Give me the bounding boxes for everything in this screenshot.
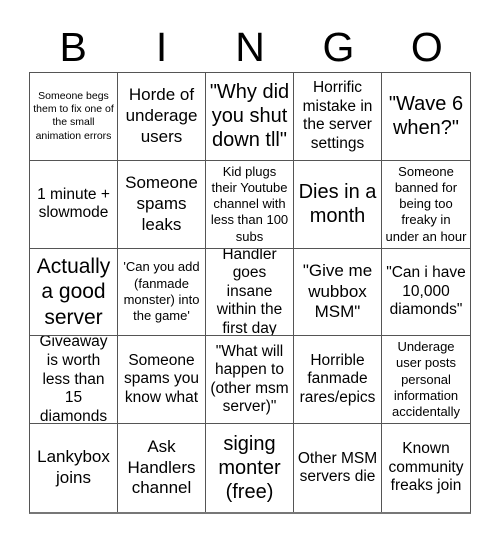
bingo-cell[interactable]: Someone begs them to fix one of the smal… bbox=[30, 73, 118, 161]
bingo-cell[interactable]: Dies in a month bbox=[294, 160, 382, 249]
header-letter-g: G bbox=[322, 24, 355, 70]
bingo-cell[interactable]: Known community freaks join bbox=[382, 424, 470, 512]
header-letter-b: B bbox=[59, 24, 87, 70]
bingo-cell[interactable]: Horrific mistake in the server settings bbox=[294, 73, 382, 161]
bingo-cell[interactable]: "Give me wubbox MSM" bbox=[294, 248, 382, 337]
bingo-cell[interactable]: "What will happen to (other msm server)" bbox=[206, 336, 294, 425]
bingo-cell[interactable]: 1 minute + slowmode bbox=[30, 160, 118, 249]
bingo-header: B I N G O bbox=[29, 24, 471, 70]
bingo-cell[interactable]: Lankybox joins bbox=[30, 424, 118, 512]
bingo-grid: Someone begs them to fix one of the smal… bbox=[29, 72, 471, 514]
bingo-cell[interactable]: Other MSM servers die bbox=[294, 424, 382, 512]
header-letter-o: O bbox=[410, 24, 443, 70]
bingo-cell[interactable]: Handler goes insane within the first day bbox=[206, 248, 294, 337]
bingo-cell[interactable]: Ask Handlers channel bbox=[118, 424, 206, 512]
bingo-cell[interactable]: Kid plugs their Youtube channel with les… bbox=[206, 160, 294, 249]
bingo-cell[interactable]: Underage user posts personal information… bbox=[382, 336, 470, 425]
bingo-cell[interactable]: siging monter (free) bbox=[206, 424, 294, 512]
bingo-cell[interactable]: Someone spams leaks bbox=[118, 160, 206, 249]
bingo-cell[interactable]: 'Can you add (fanmade monster) into the … bbox=[118, 248, 206, 337]
bingo-cell[interactable]: Someone spams you know what bbox=[118, 336, 206, 425]
bingo-cell[interactable]: Someone banned for being too freaky in u… bbox=[382, 161, 470, 249]
bingo-cell[interactable]: Horde of underage users bbox=[118, 73, 206, 161]
bingo-cell[interactable]: "Wave 6 when?" bbox=[382, 73, 470, 161]
bingo-cell[interactable]: "Why did you shut down tll" bbox=[206, 73, 294, 161]
header-letter-i: I bbox=[155, 24, 168, 70]
bingo-cell[interactable]: Giveaway is worth less than 15 diamonds bbox=[30, 336, 118, 425]
bingo-cell[interactable]: "Can i have 10,000 diamonds" bbox=[382, 249, 470, 337]
bingo-cell[interactable]: Actually a good server bbox=[30, 248, 118, 337]
header-letter-n: N bbox=[235, 24, 265, 70]
bingo-cell[interactable]: Horrible fanmade rares/epics bbox=[294, 336, 382, 425]
